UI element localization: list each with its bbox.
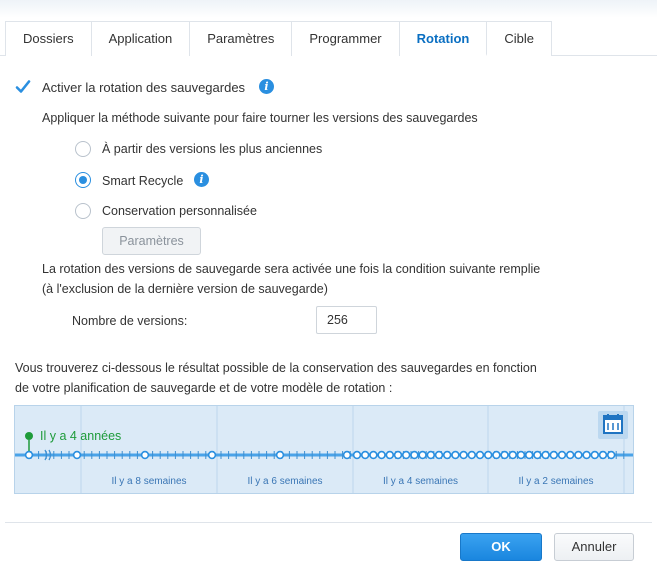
timeline-backup-node (475, 450, 485, 460)
timeline-backup-node (361, 450, 370, 460)
timeline-backup-node (393, 450, 403, 460)
timeline-backup-node (459, 450, 468, 460)
tab-parametres[interactable]: Paramètres (190, 21, 293, 56)
timeline-backup-node (418, 450, 427, 460)
timeline-backup-node (72, 450, 82, 460)
timeline-backup-node (549, 450, 558, 460)
retention-timeline: Il y a 4 années Il y a 8 semaines Il y a… (14, 405, 634, 494)
timeline-backup-node (533, 450, 542, 460)
versions-count-label: Nombre de versions: (72, 314, 188, 328)
timeline-period-label: Il y a 6 semaines (247, 476, 323, 487)
timeline-backup-node (410, 450, 419, 460)
timeline-backup-node (500, 450, 509, 460)
timeline-period-label: Il y a 4 semaines (382, 476, 459, 487)
enable-rotation-label[interactable]: Activer la rotation des sauvegardes (42, 80, 245, 95)
timeline-backup-node (342, 450, 352, 460)
timeline-backup-node (24, 450, 34, 460)
result-text-1: Vous trouverez ci-dessous le résultat po… (15, 361, 537, 375)
timeline-backup-node (606, 450, 616, 460)
option-smart-recycle-label[interactable]: Smart Recycle (102, 174, 183, 188)
option-custom-label[interactable]: Conservation personnalisée (102, 204, 257, 218)
timeline-backup-node (582, 450, 591, 460)
tab-application[interactable]: Application (91, 21, 191, 56)
calendar-icon[interactable] (598, 411, 628, 439)
cancel-button[interactable]: Annuler (554, 533, 634, 561)
timeline-backup-node (508, 450, 517, 460)
timeline-backup-node (565, 450, 575, 460)
result-text-2: de votre planification de sauvegarde et … (15, 381, 393, 395)
timeline-backup-node (385, 450, 394, 460)
tab-bar: Dossiers Application Paramètres Programm… (0, 0, 657, 56)
timeline-backup-node (434, 450, 444, 460)
radio-smart-recycle[interactable] (75, 172, 91, 188)
timeline-backup-node (451, 450, 460, 460)
timeline-backup-node (598, 450, 608, 460)
footer-divider (5, 522, 652, 523)
timeline-marker-label: Il y a 4 années (40, 429, 122, 443)
timeline-marker-dot (25, 432, 33, 440)
timeline-backup-node (516, 450, 526, 460)
option-oldest-label[interactable]: À partir des versions les plus anciennes (102, 142, 322, 156)
tab-cible[interactable]: Cible (487, 21, 552, 56)
tab-dossiers[interactable]: Dossiers (6, 21, 92, 56)
condition-text-2: (à l'exclusion de la dernière version de… (42, 282, 328, 296)
info-icon[interactable]: i (194, 172, 209, 187)
timeline-backup-node (557, 450, 567, 460)
tab-rotation[interactable]: Rotation (399, 21, 488, 56)
timeline-backup-node (140, 450, 150, 460)
timeline-backup-node (590, 450, 599, 460)
timeline-backup-node (402, 450, 411, 460)
timeline-backup-node (541, 450, 550, 460)
timeline-backup-node (352, 450, 362, 460)
timeline-period-label: Il y a 2 semaines (518, 476, 594, 487)
timeline-backup-node (207, 450, 217, 460)
tabs: Dossiers Application Paramètres Programm… (5, 21, 552, 56)
radio-oldest-versions[interactable] (75, 141, 91, 157)
radio-custom-retention[interactable] (75, 203, 91, 219)
timeline-backup-node (492, 450, 501, 460)
tab-programmer[interactable]: Programmer (292, 21, 400, 56)
versions-count-input[interactable]: 256 (316, 306, 377, 334)
timeline-backup-node (443, 450, 452, 460)
timeline-backup-node (275, 450, 285, 460)
timeline-period-label: Il y a 8 semaines (111, 476, 187, 487)
timeline-backup-node (484, 450, 493, 460)
timeline-backup-node (426, 450, 435, 460)
timeline-backup-node (377, 450, 386, 460)
info-icon[interactable]: i (259, 79, 274, 94)
timeline-backup-node (574, 450, 583, 460)
timeline-backup-node (369, 450, 378, 460)
parameters-button[interactable]: Paramètres (102, 227, 201, 255)
enable-rotation-checkbox[interactable] (15, 79, 31, 95)
ok-button[interactable]: OK (460, 533, 542, 561)
method-intro: Appliquer la méthode suivante pour faire… (42, 111, 478, 125)
timeline-backup-node (467, 450, 476, 460)
condition-text-1: La rotation des versions de sauvegarde s… (42, 262, 541, 276)
timeline-backup-node (525, 450, 534, 460)
